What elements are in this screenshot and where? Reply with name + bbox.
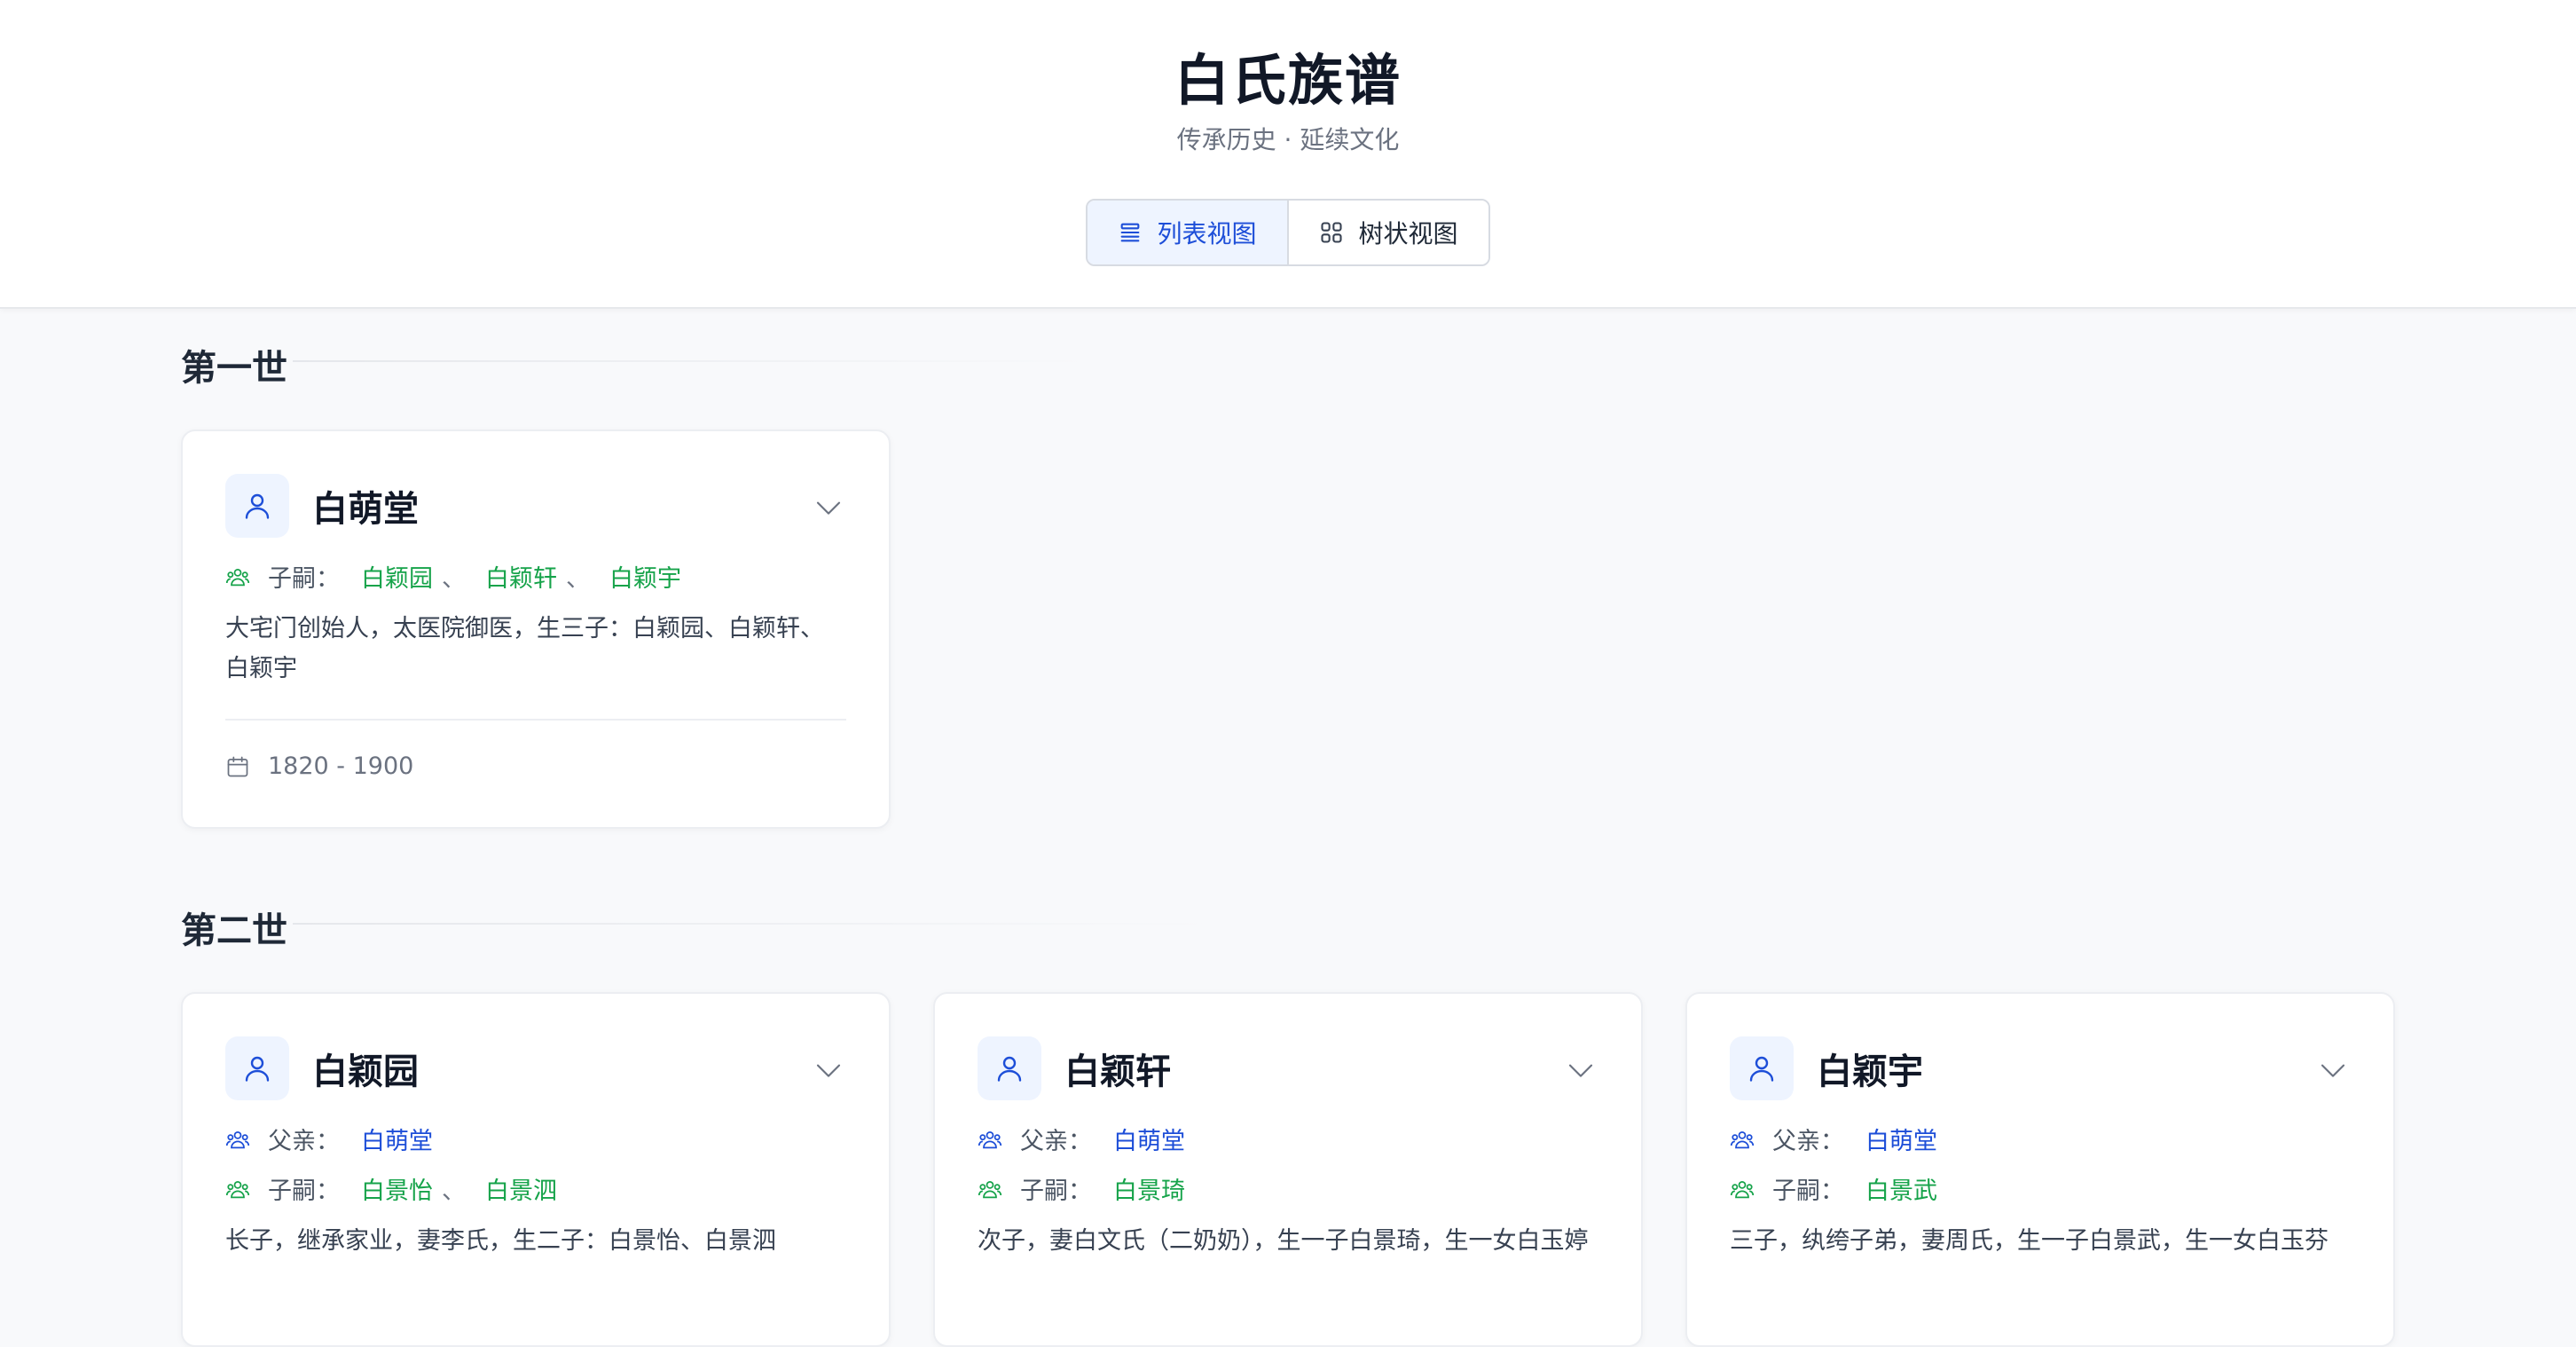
child-link[interactable]: 白景武 — [1865, 1171, 1937, 1206]
grid-icon — [1321, 222, 1343, 243]
generation-divider-2 — [293, 923, 1215, 925]
generation-divider-1 — [293, 360, 1091, 362]
member-years: 1820 - 1900 — [268, 752, 414, 780]
card-header: 白颖园 — [225, 1036, 419, 1100]
child-link[interactable]: 白景琦 — [1113, 1171, 1185, 1206]
list-view-button[interactable]: 列表视图 — [1088, 201, 1289, 264]
father-link[interactable]: 白萌堂 — [1865, 1122, 1937, 1156]
member-description: 三子，纨绔子弟，妻周氏，生一子白景武，生一女白玉芬 — [1730, 1227, 2329, 1255]
list-icon — [1121, 223, 1140, 242]
father-row: 父亲： 白萌堂 — [1730, 1122, 1937, 1156]
card-header: 白颖轩 — [978, 1036, 1171, 1100]
member-name: 白颖园 — [312, 1052, 419, 1092]
user-icon — [997, 1056, 1022, 1082]
calendar-icon — [227, 756, 248, 776]
page-title: 白氏族谱 — [1174, 48, 1402, 113]
member-card[interactable]: 白颖轩 父亲： 白萌堂 子嗣： 白景琦 次子，妻白文氏（二奶奶），生一子白景琦，… — [933, 992, 1643, 1347]
children-row: 子嗣： 白颖园 、 白颖轩 、 白颖宇 — [225, 559, 681, 594]
chevron-down-icon[interactable] — [1567, 1056, 1595, 1084]
child-link[interactable]: 白景怡 — [361, 1171, 433, 1206]
avatar — [225, 474, 289, 538]
father-label: 父亲： — [1772, 1128, 1844, 1155]
father-row: 父亲： 白萌堂 — [978, 1122, 1185, 1156]
card-header: 白萌堂 — [225, 474, 419, 538]
member-card[interactable]: 白颖园 父亲： 白萌堂 子嗣： 白景怡 、 白景泗 长子，继承家业，妻李氏，生二… — [181, 992, 891, 1347]
years-row: 1820 - 1900 — [225, 752, 413, 780]
member-card[interactable]: 白萌堂 子嗣： 白颖园 、 白颖轩 、 白颖宇 大宅门创始人，太医院御医，生三子… — [181, 429, 891, 829]
child-link[interactable]: 白颖轩 — [485, 559, 557, 594]
child-link[interactable]: 白颖宇 — [609, 559, 681, 594]
child-link[interactable]: 白景泗 — [485, 1171, 557, 1206]
tree-view-button[interactable]: 树状视图 — [1289, 201, 1488, 264]
chevron-down-icon[interactable] — [814, 1056, 843, 1084]
member-name: 白颖轩 — [1064, 1052, 1171, 1092]
children-row: 子嗣： 白景怡 、 白景泗 — [225, 1171, 557, 1206]
group-icon — [1730, 1180, 1755, 1198]
user-icon — [245, 1056, 270, 1082]
card-header: 白颖宇 — [1730, 1036, 1923, 1100]
chevron-down-icon[interactable] — [814, 493, 843, 522]
child-link[interactable]: 白颖园 — [361, 559, 433, 594]
father-link[interactable]: 白萌堂 — [361, 1122, 433, 1156]
card-divider — [225, 719, 846, 721]
view-toggle: 列表视图 树状视图 — [1086, 199, 1490, 266]
children-label: 子嗣： — [1020, 1178, 1092, 1205]
group-icon — [225, 568, 250, 586]
children-row: 子嗣： 白景武 — [1730, 1171, 1937, 1206]
member-name: 白颖宇 — [1817, 1052, 1923, 1092]
father-label: 父亲： — [268, 1128, 340, 1155]
father-link[interactable]: 白萌堂 — [1113, 1122, 1185, 1156]
user-icon — [1749, 1056, 1774, 1082]
page-header: 白氏族谱 传承历史 · 延续文化 列表视图 树状视图 — [0, 0, 2576, 309]
group-icon — [225, 1130, 250, 1148]
tree-view-label: 树状视图 — [1358, 219, 1458, 248]
member-card[interactable]: 白颖宇 父亲： 白萌堂 子嗣： 白景武 三子，纨绔子弟，妻周氏，生一子白景武，生… — [1685, 992, 2395, 1347]
member-description: 长子，继承家业，妻李氏，生二子：白景怡、白景泗 — [225, 1227, 776, 1255]
group-icon — [978, 1130, 1002, 1148]
user-icon — [245, 493, 270, 519]
separator: 、 — [442, 565, 466, 593]
group-icon — [978, 1180, 1002, 1198]
separator: 、 — [442, 1178, 466, 1205]
list-view-label: 列表视图 — [1157, 219, 1257, 248]
member-description: 大宅门创始人，太医院御医，生三子：白颖园、白颖轩、白颖宇 — [225, 615, 824, 682]
father-row: 父亲： 白萌堂 — [225, 1122, 433, 1156]
separator: 、 — [566, 565, 590, 593]
children-label: 子嗣： — [1772, 1178, 1844, 1205]
generation-title-1: 第一世 — [181, 348, 287, 389]
avatar — [978, 1036, 1041, 1100]
group-icon — [225, 1180, 250, 1198]
father-label: 父亲： — [1020, 1128, 1092, 1155]
children-row: 子嗣： 白景琦 — [978, 1171, 1185, 1206]
children-label: 子嗣： — [268, 565, 340, 593]
member-name: 白萌堂 — [312, 489, 419, 530]
generation-title-2: 第二世 — [181, 910, 287, 951]
avatar — [1730, 1036, 1794, 1100]
member-description: 次子，妻白文氏（二奶奶），生一子白景琦，生一女白玉婷 — [978, 1227, 1589, 1255]
chevron-down-icon[interactable] — [2319, 1056, 2347, 1084]
avatar — [225, 1036, 289, 1100]
group-icon — [1730, 1130, 1755, 1148]
page-subtitle: 传承历史 · 延续文化 — [1176, 125, 1400, 154]
children-label: 子嗣： — [268, 1178, 340, 1205]
